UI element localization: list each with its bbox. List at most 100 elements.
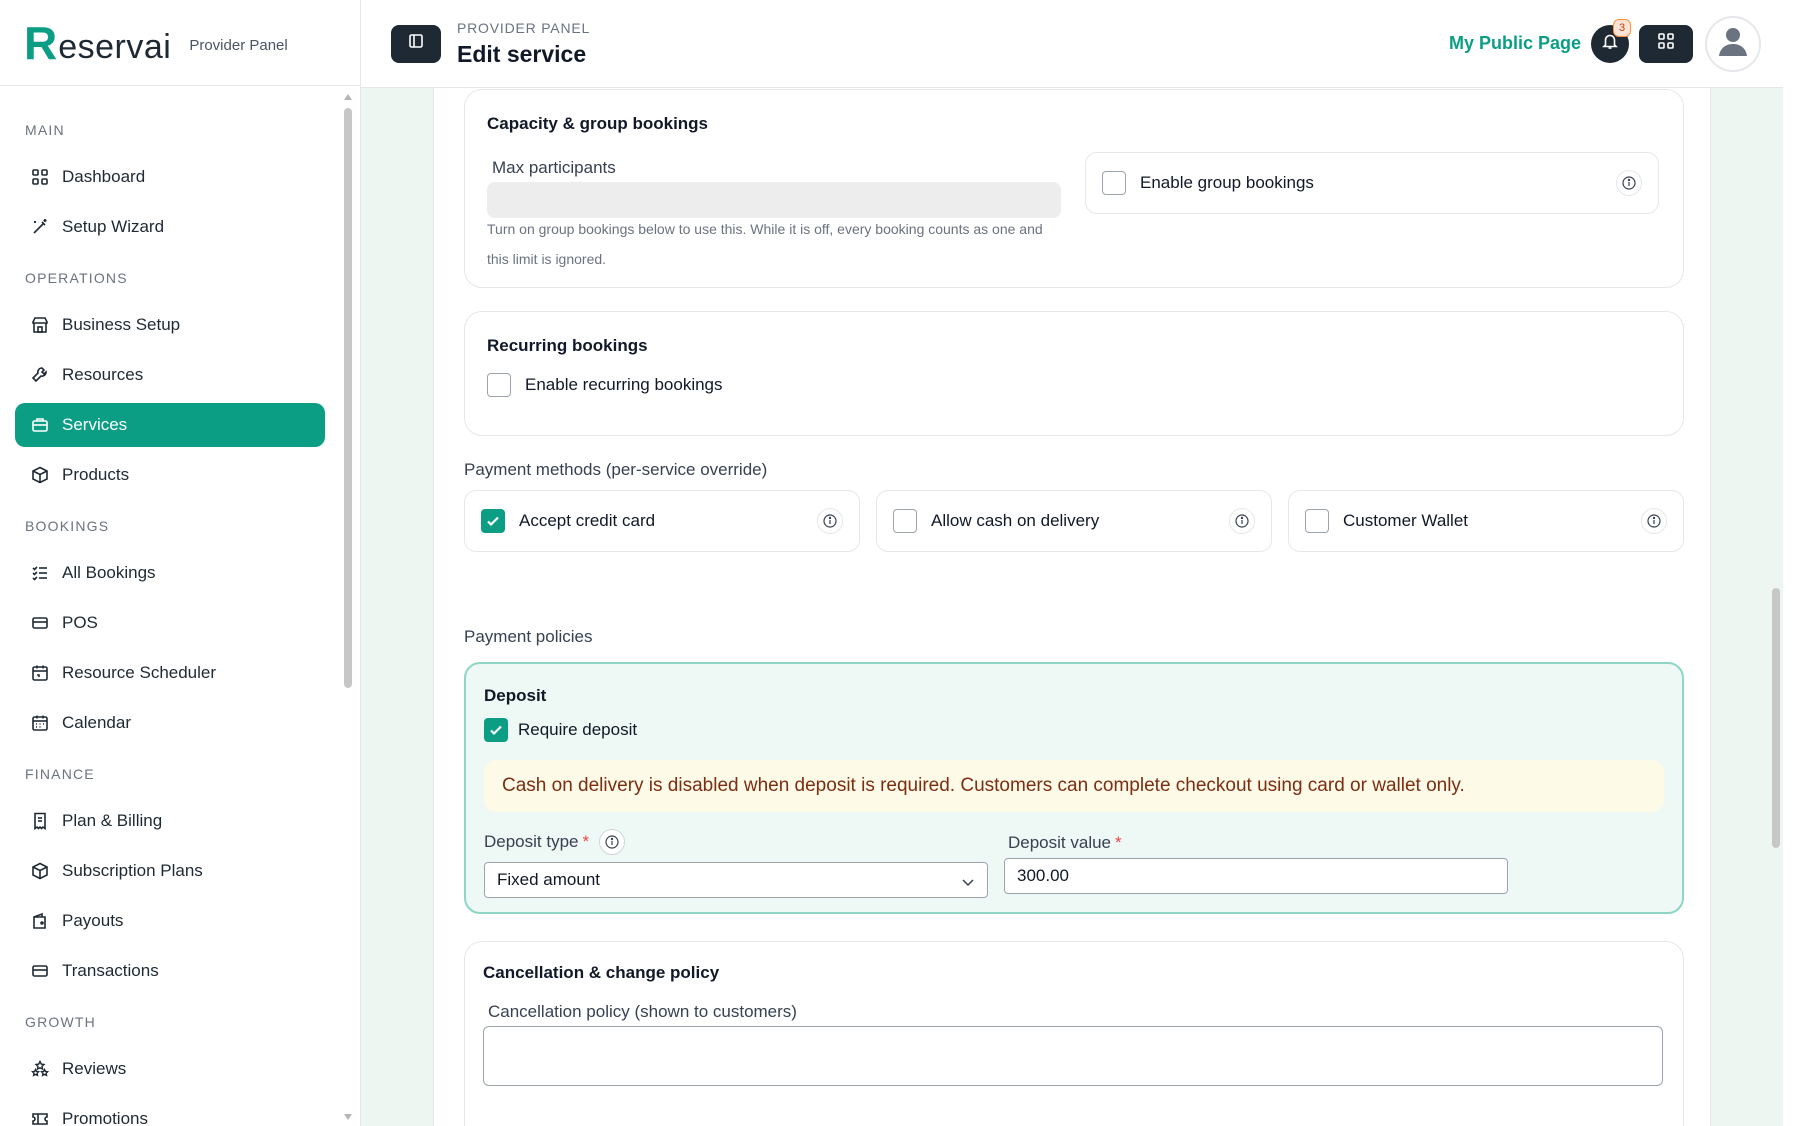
info-icon[interactable] bbox=[1229, 508, 1255, 534]
recurring-title: Recurring bookings bbox=[487, 336, 648, 355]
sidebar-scrollbar[interactable] bbox=[344, 94, 352, 1120]
cancellation-policy-textarea[interactable] bbox=[483, 1026, 1663, 1086]
my-public-page-link[interactable]: My Public Page bbox=[1449, 33, 1581, 54]
sidebar-item-calendar[interactable]: Calendar bbox=[15, 701, 325, 745]
box-icon bbox=[30, 465, 50, 485]
sidebar-item-label: Setup Wizard bbox=[62, 217, 165, 236]
customer-wallet-checkbox[interactable] bbox=[1305, 509, 1329, 533]
require-deposit-checkbox[interactable] bbox=[484, 718, 508, 742]
max-participants-label: Max participants bbox=[492, 158, 616, 177]
deposit-title: Deposit bbox=[484, 686, 547, 705]
chevron-down-icon bbox=[961, 874, 975, 894]
sidebar-item-subscription-plans[interactable]: Subscription Plans bbox=[15, 849, 325, 893]
sidebar-item-label: Reviews bbox=[62, 1059, 127, 1078]
sidebar-item-label: Dashboard bbox=[62, 167, 146, 186]
notification-count-badge: 3 bbox=[1613, 18, 1631, 37]
grid-icon bbox=[1657, 32, 1675, 55]
briefcase-icon bbox=[30, 415, 50, 435]
enable-recurring-option[interactable]: Enable recurring bookings bbox=[487, 373, 723, 397]
notifications-button[interactable]: 3 bbox=[1591, 18, 1631, 63]
sidebar-item-label: Resources bbox=[62, 365, 144, 384]
cancellation-card: Cancellation & change policy Cancellatio… bbox=[464, 941, 1684, 1126]
sidebar-item-products[interactable]: Products bbox=[15, 453, 325, 497]
dashboard-icon bbox=[30, 167, 50, 187]
info-icon[interactable] bbox=[1641, 508, 1667, 534]
sidebar-item-pos[interactable]: POS bbox=[15, 601, 325, 645]
sidebar-item-label: Plan & Billing bbox=[62, 811, 163, 830]
header-actions: My Public Page 3 bbox=[1449, 15, 1761, 72]
info-icon[interactable] bbox=[817, 508, 843, 534]
card-icon bbox=[30, 613, 50, 633]
deposit-type-value: Fixed amount bbox=[497, 870, 600, 889]
package-icon bbox=[30, 861, 50, 881]
info-icon[interactable] bbox=[599, 829, 626, 855]
allow-cash-on-delivery-option[interactable]: Allow cash on delivery bbox=[876, 490, 1272, 552]
sidebar-item-resource-scheduler[interactable]: Resource Scheduler bbox=[15, 651, 325, 695]
deposit-value-input[interactable]: 300.00 bbox=[1004, 858, 1508, 894]
sidebar-item-promotions[interactable]: Promotions bbox=[15, 1097, 325, 1126]
top-header: PROVIDER PANEL Edit service My Public Pa… bbox=[361, 0, 1783, 88]
max-participants-input bbox=[487, 182, 1061, 218]
apps-menu-button[interactable] bbox=[1639, 24, 1693, 63]
sidebar-item-label: Services bbox=[62, 415, 128, 434]
allow-cash-on-delivery-checkbox[interactable] bbox=[893, 509, 917, 533]
sidebar-item-plan-billing[interactable]: Plan & Billing bbox=[15, 799, 325, 843]
wallet-icon bbox=[30, 911, 50, 931]
sidebar-item-label: Business Setup bbox=[62, 315, 181, 334]
sidebar-item-dashboard[interactable]: Dashboard bbox=[15, 155, 325, 199]
sidebar-item-all-bookings[interactable]: All Bookings bbox=[15, 551, 325, 595]
brand-subtitle: Provider Panel bbox=[189, 37, 288, 54]
accept-credit-card-checkbox[interactable] bbox=[481, 509, 505, 533]
sidebar-item-resources[interactable]: Resources bbox=[15, 353, 325, 397]
deposit-card: Deposit Require deposit Cash on delivery… bbox=[464, 662, 1684, 914]
info-icon[interactable] bbox=[1616, 170, 1642, 196]
section-operations: OPERATIONS bbox=[25, 270, 128, 286]
main-area: Capacity & group bookings Max participan… bbox=[361, 88, 1783, 1126]
section-bookings: BOOKINGS bbox=[25, 518, 110, 534]
customer-wallet-option[interactable]: Customer Wallet bbox=[1288, 490, 1684, 552]
deposit-type-label-row: Deposit type * bbox=[484, 829, 626, 855]
sidebar-item-label: Subscription Plans bbox=[62, 861, 203, 880]
brand: R eservai Provider Panel bbox=[0, 0, 360, 86]
list-icon bbox=[30, 563, 50, 583]
enable-recurring-label: Enable recurring bookings bbox=[525, 375, 723, 394]
user-avatar[interactable] bbox=[1705, 15, 1761, 72]
logo[interactable]: R eservai bbox=[24, 20, 171, 66]
allow-cash-on-delivery-label: Allow cash on delivery bbox=[931, 511, 1100, 530]
sidebar-item-business-setup[interactable]: Business Setup bbox=[15, 303, 325, 347]
sidebar-toggle-button[interactable] bbox=[391, 24, 441, 63]
logo-text: eservai bbox=[58, 27, 172, 66]
sidebar-item-payouts[interactable]: Payouts bbox=[15, 899, 325, 943]
customer-wallet-label: Customer Wallet bbox=[1343, 511, 1469, 530]
section-growth: GROWTH bbox=[25, 1014, 96, 1030]
sidebar-scroll-thumb[interactable] bbox=[344, 108, 352, 688]
accept-credit-card-option[interactable]: Accept credit card bbox=[464, 490, 860, 552]
require-deposit-label: Require deposit bbox=[518, 720, 638, 739]
enable-recurring-checkbox[interactable] bbox=[487, 373, 511, 397]
scroll-down-arrow[interactable] bbox=[344, 1114, 352, 1120]
edit-service-form: Capacity & group bookings Max participan… bbox=[433, 88, 1711, 1126]
main-scroll-thumb[interactable] bbox=[1772, 588, 1780, 848]
recurring-card: Recurring bookings Enable recurring book… bbox=[464, 311, 1684, 436]
sidebar-toggle-icon bbox=[408, 33, 424, 54]
cancellation-policy-label: Cancellation policy (shown to customers) bbox=[488, 1002, 797, 1021]
magic-wand-icon bbox=[30, 217, 50, 237]
payment-methods-label: Payment methods (per-service override) bbox=[464, 460, 768, 479]
scroll-up-arrow[interactable] bbox=[344, 94, 352, 100]
stars-icon bbox=[30, 1059, 50, 1079]
sidebar-item-services[interactable]: Services bbox=[15, 403, 325, 447]
deposit-type-select[interactable]: Fixed amount bbox=[484, 862, 988, 898]
require-deposit-option[interactable]: Require deposit bbox=[484, 718, 637, 742]
receipt-icon bbox=[30, 811, 50, 831]
sidebar-item-setup-wizard[interactable]: Setup Wizard bbox=[15, 205, 325, 249]
enable-group-bookings-checkbox[interactable] bbox=[1102, 171, 1126, 195]
sidebar-item-label: All Bookings bbox=[62, 563, 156, 582]
sidebar-item-transactions[interactable]: Transactions bbox=[15, 949, 325, 993]
enable-group-bookings-label: Enable group bookings bbox=[1140, 173, 1314, 192]
main-scrollbar[interactable] bbox=[1771, 88, 1781, 1068]
sidebar-item-reviews[interactable]: Reviews bbox=[15, 1047, 325, 1091]
capacity-card: Capacity & group bookings Max participan… bbox=[464, 89, 1684, 288]
store-icon bbox=[30, 315, 50, 335]
user-icon bbox=[1715, 23, 1751, 64]
enable-group-bookings-option[interactable]: Enable group bookings bbox=[1085, 152, 1659, 214]
